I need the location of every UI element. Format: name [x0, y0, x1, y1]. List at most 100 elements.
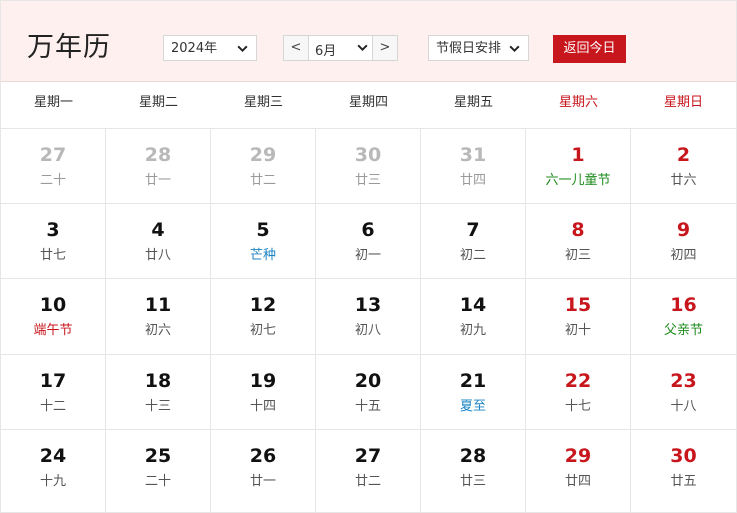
lunar-date: 廿一: [249, 474, 276, 489]
lunar-date: 廿二: [249, 173, 276, 188]
day-number: 21: [459, 370, 487, 392]
day-number: 1: [571, 144, 585, 166]
day-cell[interactable]: 23 十八: [631, 355, 736, 430]
lunar-date: 初一: [354, 248, 381, 263]
day-number: 12: [249, 294, 277, 316]
day-cell[interactable]: 13 初八: [316, 279, 421, 355]
chevron-down-icon: [237, 45, 248, 53]
day-cell[interactable]: 17 十二: [1, 355, 106, 430]
day-number: 20: [354, 370, 382, 392]
calendar-widget: 万年历 2024年 < 6月 > 节假日安排 返回今日 星期一 星期二 星期三 星期四…: [0, 0, 737, 513]
day-number: 18: [144, 370, 172, 392]
lunar-date: 十八: [670, 399, 697, 414]
day-cell[interactable]: 14 初九: [421, 279, 526, 355]
day-cell[interactable]: 29 廿四: [526, 430, 631, 513]
weekday-label: 星期五: [453, 95, 493, 110]
day-number: 7: [466, 219, 480, 241]
day-cell[interactable]: 27 廿二: [316, 430, 421, 513]
day-cell[interactable]: 26 廿一: [211, 430, 316, 513]
day-cell[interactable]: 9 初四: [631, 204, 736, 279]
day-number: 13: [354, 294, 382, 316]
day-cell[interactable]: 5 芒种: [211, 204, 316, 279]
lunar-date: 十五: [354, 399, 381, 414]
day-cell[interactable]: 2 廿六: [631, 129, 736, 204]
lunar-date: 初二: [459, 248, 486, 263]
day-cell[interactable]: 22 十七: [526, 355, 631, 430]
holiday-schedule-select[interactable]: 节假日安排: [428, 35, 529, 61]
lunar-date: 廿一: [144, 173, 171, 188]
lunar-date: 初三: [564, 248, 591, 263]
day-cell[interactable]: 7 初二: [421, 204, 526, 279]
lunar-date: 芒种: [249, 248, 276, 263]
lunar-date: 廿三: [459, 474, 486, 489]
year-select-value: 2024年: [171, 41, 218, 56]
day-cell[interactable]: 12 初七: [211, 279, 316, 355]
day-number: 11: [144, 294, 172, 316]
day-number: 9: [676, 219, 691, 241]
day-number: 4: [151, 219, 165, 241]
lunar-date: 十七: [564, 399, 591, 414]
prev-month-button[interactable]: <: [284, 36, 309, 60]
next-month-button[interactable]: >: [372, 36, 397, 60]
chevron-down-icon: [509, 45, 520, 53]
month-select[interactable]: 6月: [309, 36, 373, 60]
day-cell[interactable]: 11 初六: [106, 279, 211, 355]
calendar-grid: 27 二十 28 廿一 29 廿二 30 廿三 31 廿四 1 六一儿童节 2 廿六 3 廿七 4 廿八 5 芒种 6 初…: [1, 129, 736, 513]
day-cell[interactable]: 8 初三: [526, 204, 631, 279]
day-number: 27: [39, 144, 67, 166]
day-cell[interactable]: 29 廿二: [211, 129, 316, 204]
calendar-header: 万年历 2024年 < 6月 > 节假日安排 返回今日: [1, 1, 736, 82]
lunar-date: 二十: [39, 173, 66, 188]
day-number: 25: [144, 445, 172, 467]
lunar-date: 父亲节: [663, 323, 703, 338]
lunar-date: 廿四: [459, 173, 486, 188]
day-cell[interactable]: 19 十四: [211, 355, 316, 430]
month-select-value: 6月: [315, 44, 337, 59]
day-cell[interactable]: 1 六一儿童节: [526, 129, 631, 204]
day-number: 28: [459, 445, 487, 467]
day-cell[interactable]: 28 廿一: [106, 129, 211, 204]
lunar-date: 十二: [39, 399, 66, 414]
day-cell[interactable]: 3 廿七: [1, 204, 106, 279]
day-cell[interactable]: 20 十五: [316, 355, 421, 430]
lunar-date: 初四: [670, 248, 697, 263]
lunar-date: 廿八: [144, 248, 171, 263]
day-cell[interactable]: 31 廿四: [421, 129, 526, 204]
back-to-today-button[interactable]: 返回今日: [553, 35, 626, 63]
weekday-label: 星期三: [243, 95, 283, 110]
day-cell[interactable]: 10 端午节: [1, 279, 106, 355]
lunar-date: 廿六: [670, 173, 697, 188]
day-number: 31: [459, 144, 487, 166]
lunar-date: 端午节: [33, 323, 73, 338]
day-cell[interactable]: 16 父亲节: [631, 279, 736, 355]
weekday-label: 星期四: [348, 95, 388, 110]
day-number: 5: [256, 219, 270, 241]
day-cell[interactable]: 6 初一: [316, 204, 421, 279]
lunar-date: 廿三: [354, 173, 381, 188]
day-number: 29: [249, 144, 277, 166]
day-number: 17: [39, 370, 67, 392]
day-cell[interactable]: 24 十九: [1, 430, 106, 513]
weekday-label: 星期六: [558, 95, 598, 110]
day-number: 27: [354, 445, 382, 467]
day-number: 19: [249, 370, 277, 392]
month-selector: < 6月 >: [283, 35, 398, 61]
day-cell[interactable]: 21 夏至: [421, 355, 526, 430]
day-cell[interactable]: 27 二十: [1, 129, 106, 204]
calendar-title: 万年历: [27, 32, 111, 63]
weekday-header-row: 星期一 星期二 星期三 星期四 星期五 星期六 星期日: [1, 81, 736, 129]
year-select[interactable]: 2024年: [163, 35, 257, 61]
day-cell[interactable]: 15 初十: [526, 279, 631, 355]
day-cell[interactable]: 30 廿五: [631, 430, 736, 513]
day-cell[interactable]: 28 廿三: [421, 430, 526, 513]
lunar-date: 廿二: [354, 474, 381, 489]
day-cell[interactable]: 30 廿三: [316, 129, 421, 204]
day-cell[interactable]: 18 十三: [106, 355, 211, 430]
day-number: 24: [39, 445, 67, 467]
lunar-date: 廿七: [39, 248, 66, 263]
day-cell[interactable]: 4 廿八: [106, 204, 211, 279]
day-cell[interactable]: 25 二十: [106, 430, 211, 513]
day-number: 15: [564, 294, 592, 316]
weekday-label: 星期一: [33, 95, 73, 110]
holiday-select-value: 节假日安排: [436, 41, 502, 56]
